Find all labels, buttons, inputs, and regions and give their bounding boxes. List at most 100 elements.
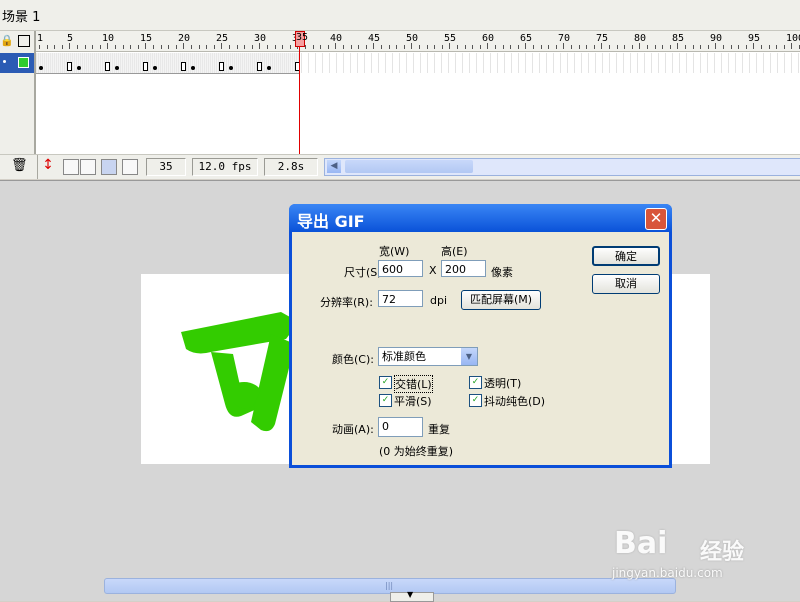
frame-end-marker[interactable] — [143, 62, 148, 71]
dialog-title-bar[interactable]: 导出 GIF — [289, 204, 672, 232]
keyframe-marker[interactable] — [229, 66, 233, 70]
repeat-unit: 重复 — [428, 423, 450, 436]
ruler-tick — [92, 45, 93, 49]
frame-row-keyframes[interactable] — [36, 53, 300, 74]
ruler-tick — [47, 45, 48, 49]
ruler-tick — [632, 45, 633, 49]
ruler-tick — [518, 45, 519, 49]
onion-skin-outlines-icon[interactable] — [80, 159, 96, 175]
ruler-tick — [556, 45, 557, 49]
ruler-tick — [495, 45, 496, 49]
chevron-down-icon[interactable]: ▼ — [461, 348, 477, 365]
frame-end-marker[interactable] — [219, 62, 224, 71]
scrollbar-thumb[interactable] — [345, 160, 473, 173]
onion-skin-icon[interactable] — [63, 159, 79, 175]
transparent-checkbox[interactable]: ✓ — [469, 376, 482, 389]
timeline-scrollbar[interactable]: ◀ — [324, 158, 800, 176]
ruler-tick — [594, 45, 595, 49]
outline-icon[interactable] — [18, 35, 30, 47]
frame-end-marker[interactable] — [181, 62, 186, 71]
ruler-tick — [176, 45, 177, 49]
ruler-tick — [305, 45, 306, 49]
ruler-tick — [472, 45, 473, 49]
close-icon[interactable]: ✕ — [645, 208, 667, 230]
ruler-number: 50 — [406, 33, 419, 44]
colors-select[interactable]: 标准颜色 ▼ — [378, 347, 478, 366]
timeline-status-bar: 🗑 ↕ 35 12.0 fps 2.8s ◀ — [0, 154, 800, 179]
transparent-label[interactable]: 透明(T) — [484, 375, 521, 391]
ruler-tick — [731, 45, 732, 49]
colors-label: 颜色(C): — [332, 353, 374, 366]
ruler-tick — [191, 45, 192, 49]
height-input[interactable]: 200 — [441, 260, 486, 277]
keyframe-marker[interactable] — [267, 66, 271, 70]
ruler-tick — [358, 45, 359, 49]
ruler-tick — [480, 45, 481, 49]
frame-rate-field[interactable]: 12.0 fps — [192, 158, 258, 176]
ruler-tick — [548, 45, 549, 49]
match-screen-button[interactable]: 匹配屏幕(M) — [461, 290, 541, 310]
playhead[interactable]: 35 — [295, 31, 308, 47]
ruler-tick — [282, 45, 283, 49]
ruler-tick — [586, 45, 587, 49]
ruler-tick — [168, 45, 169, 49]
ruler-tick — [776, 45, 777, 49]
scroll-left-icon[interactable]: ◀ — [327, 160, 341, 173]
keyframe-marker[interactable] — [191, 66, 195, 70]
ruler-tick — [784, 45, 785, 49]
ruler-tick — [427, 45, 428, 49]
dialog-title: 导出 GIF — [297, 212, 365, 231]
interlace-checkbox[interactable]: ✓ — [379, 376, 392, 389]
ruler-tick — [100, 45, 101, 49]
center-frame-icon[interactable]: ↕ — [41, 157, 55, 175]
ruler-tick — [700, 45, 701, 49]
trash-icon[interactable]: 🗑 — [11, 158, 28, 173]
resolution-input[interactable]: 72 — [378, 290, 423, 307]
keyframe-marker[interactable] — [77, 66, 81, 70]
dither-checkbox[interactable]: ✓ — [469, 394, 482, 407]
frame-ruler[interactable]: 1510152025303540455055606570758085909510… — [36, 31, 800, 52]
ruler-tick — [503, 45, 504, 49]
layer-outline-color-icon[interactable] — [18, 57, 29, 68]
ruler-tick — [723, 45, 724, 49]
cancel-button[interactable]: 取消 — [592, 274, 660, 294]
panel-collapse-tab[interactable]: ▼ — [390, 590, 434, 602]
edit-multiple-frames-icon[interactable] — [101, 159, 117, 175]
ruler-tick — [662, 45, 663, 49]
ruler-number: 55 — [444, 33, 457, 44]
ruler-tick — [419, 45, 420, 49]
dpi-unit: dpi — [430, 294, 448, 307]
smooth-checkbox[interactable]: ✓ — [379, 394, 392, 407]
ruler-tick — [609, 45, 610, 49]
dither-label[interactable]: 抖动纯色(D) — [484, 393, 545, 409]
ruler-tick — [123, 45, 124, 49]
scene-title[interactable]: 场景 1 — [2, 6, 40, 25]
ruler-tick — [366, 45, 367, 49]
keyframe-marker[interactable] — [153, 66, 157, 70]
ruler-tick — [199, 45, 200, 49]
ruler-tick — [693, 45, 694, 49]
frame-end-marker[interactable] — [257, 62, 262, 71]
width-input[interactable]: 600 — [378, 260, 423, 277]
ruler-tick — [685, 45, 686, 49]
ruler-tick — [404, 45, 405, 49]
keyframe-marker[interactable] — [39, 66, 43, 70]
keyframe-marker[interactable] — [115, 66, 119, 70]
ok-button[interactable]: 确定 — [592, 246, 660, 266]
smooth-label[interactable]: 平滑(S) — [394, 393, 432, 409]
interlace-label[interactable]: 交错(L) — [394, 375, 433, 393]
x-separator: X — [429, 264, 437, 277]
ruler-tick — [77, 45, 78, 49]
current-frame-field: 35 — [146, 158, 186, 176]
layer-row-selected[interactable] — [0, 53, 34, 73]
ruler-tick — [746, 45, 747, 49]
ruler-tick — [275, 45, 276, 49]
ruler-tick — [244, 45, 245, 49]
lock-icon[interactable]: 🔒 — [0, 34, 14, 47]
frame-end-marker[interactable] — [105, 62, 110, 71]
animation-input[interactable]: 0 — [378, 417, 423, 437]
frame-end-marker[interactable] — [67, 62, 72, 71]
ruler-number: 5 — [67, 33, 74, 44]
ruler-number: 60 — [482, 33, 495, 44]
modify-onion-markers-icon[interactable] — [122, 159, 138, 175]
